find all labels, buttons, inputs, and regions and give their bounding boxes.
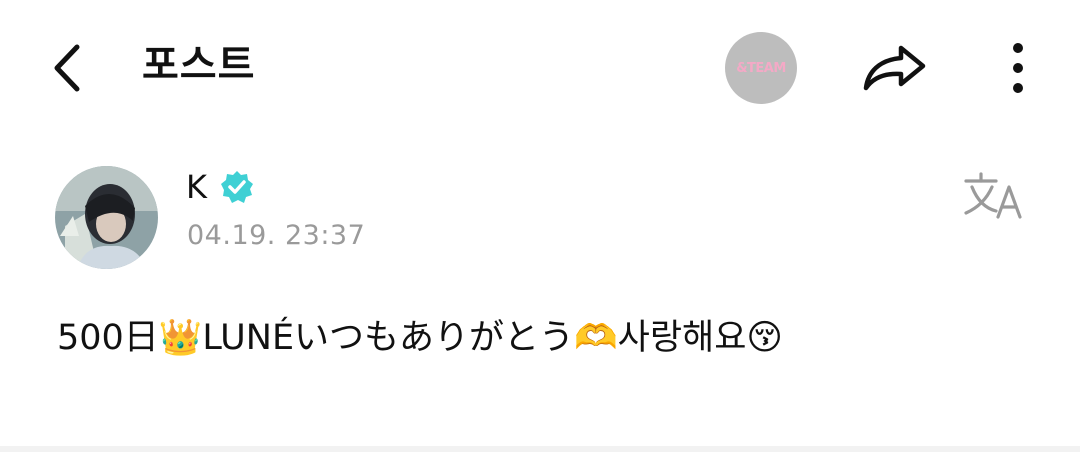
community-avatar-button[interactable]: &TEAM [725, 32, 797, 104]
translate-icon [964, 172, 1022, 219]
post-timestamp: 04.19. 23:37 [187, 220, 366, 251]
share-arrow-icon [863, 45, 926, 91]
page-title: 포스트 [142, 42, 256, 88]
translate-button[interactable] [960, 168, 1028, 224]
chevron-left-icon [54, 44, 80, 92]
more-vertical-icon [1013, 43, 1023, 93]
more-options-button[interactable] [996, 36, 1040, 100]
author-avatar[interactable] [55, 166, 158, 269]
section-divider [0, 446, 1080, 452]
post-body-text: 500日👑LUNÉいつもありがとう🫶사랑해요😚 [57, 318, 783, 358]
author-avatar-image [55, 166, 158, 269]
top-bar: 포스트 &TEAM [0, 0, 1080, 130]
author-row: K [186, 168, 255, 206]
share-button[interactable] [856, 36, 932, 100]
verified-badge-icon [219, 169, 255, 205]
community-logo: &TEAM [736, 60, 786, 76]
author-name[interactable]: K [186, 168, 207, 206]
back-button[interactable] [40, 38, 92, 98]
